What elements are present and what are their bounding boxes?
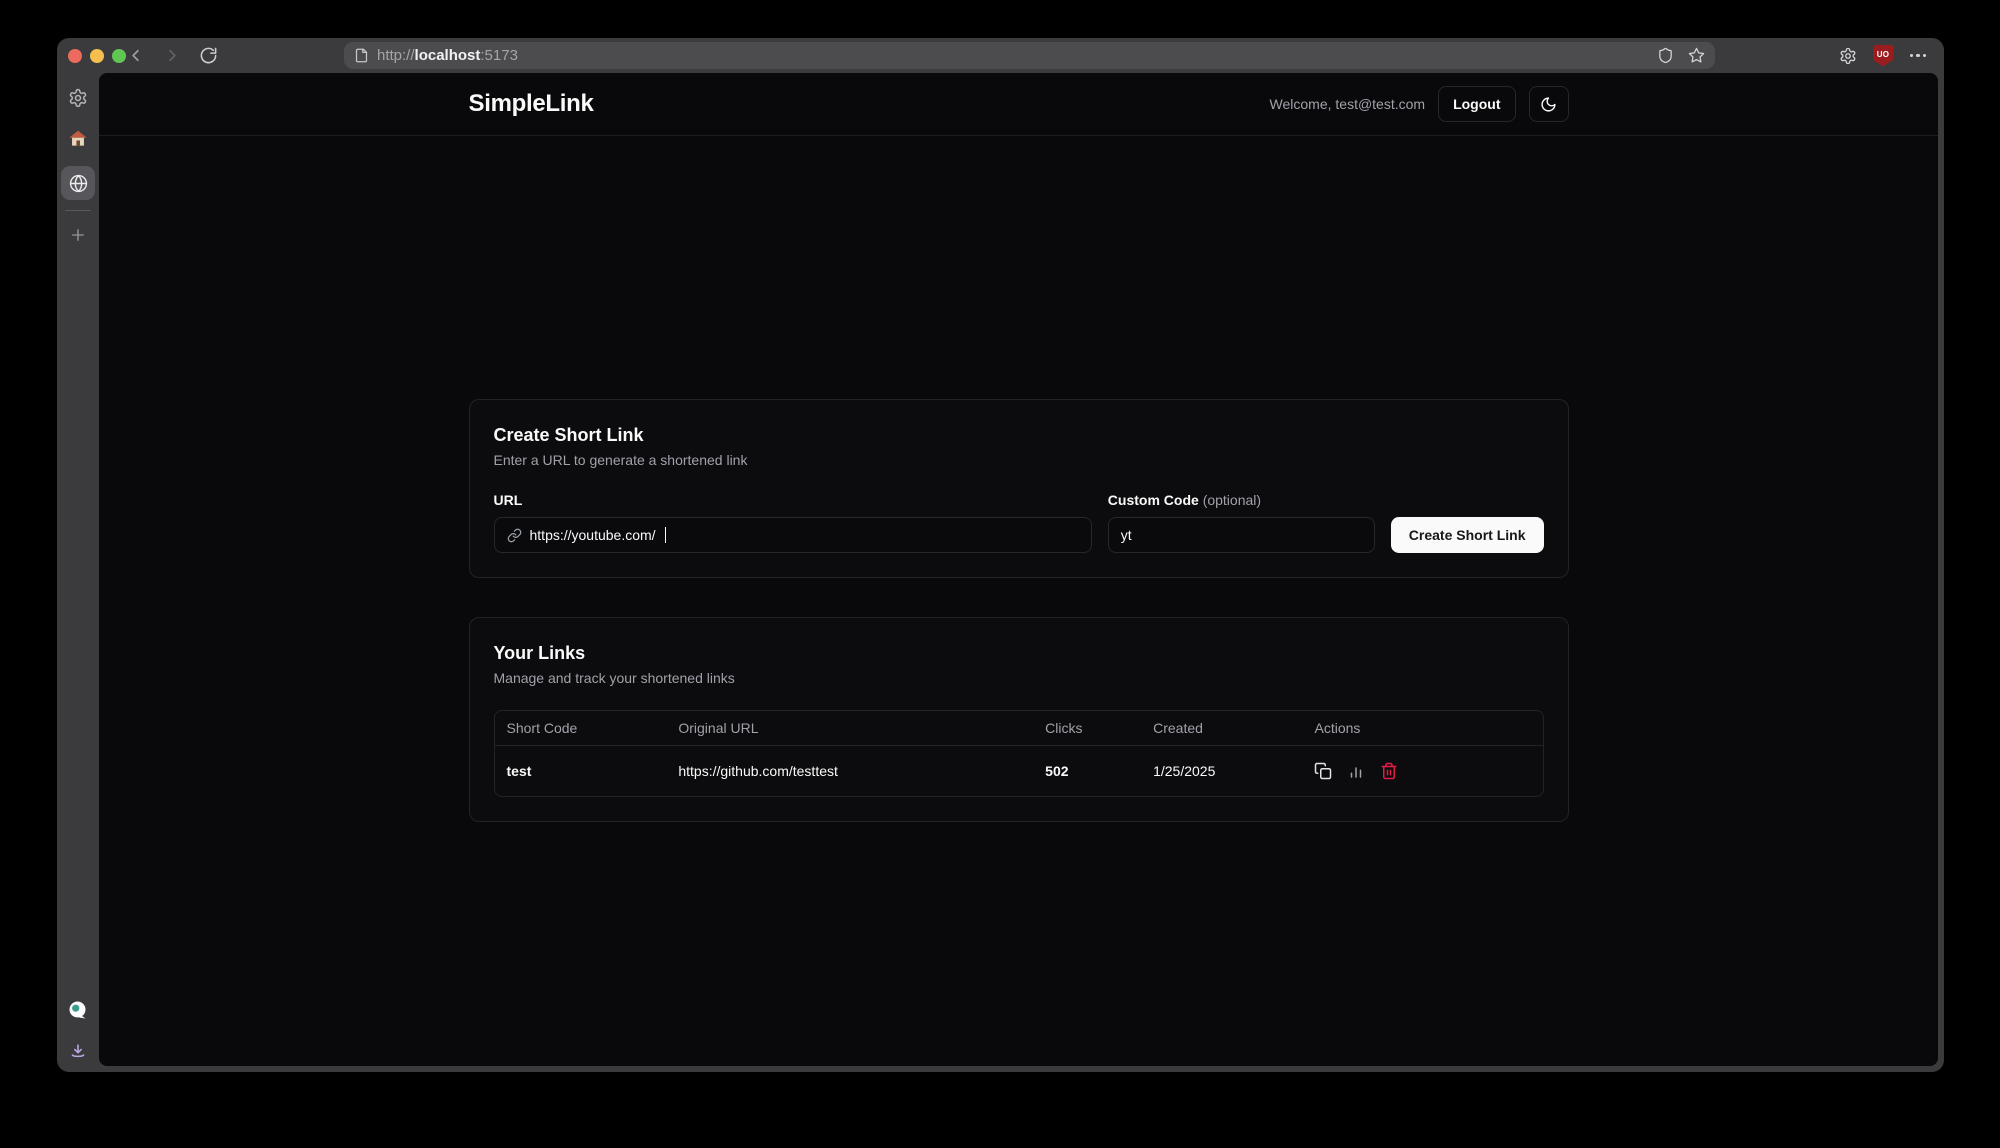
tab-sidebar xyxy=(57,73,99,1072)
fullscreen-button[interactable] xyxy=(112,49,126,63)
create-short-link-button[interactable]: Create Short Link xyxy=(1391,517,1544,553)
profile-icon[interactable] xyxy=(68,1000,89,1021)
logout-button[interactable]: Logout xyxy=(1438,86,1515,122)
tracking-shield-icon[interactable] xyxy=(1657,47,1674,64)
settings-gear-icon[interactable] xyxy=(68,88,88,108)
links-table: Short Code Original URL Clicks Created A… xyxy=(494,710,1544,797)
url-input[interactable]: https://youtube.com/ xyxy=(494,517,1092,553)
cell-original-url: https://github.com/testtest xyxy=(666,746,1033,797)
card-subtitle: Manage and track your shortened links xyxy=(494,668,1544,688)
minimize-button[interactable] xyxy=(90,49,104,63)
close-button[interactable] xyxy=(68,49,82,63)
link-chain-icon xyxy=(507,528,522,543)
header-created: Created xyxy=(1141,711,1302,746)
page: SimpleLink Welcome, test@test.com Logout… xyxy=(99,73,1938,1066)
card-subtitle: Enter a URL to generate a shortened link xyxy=(494,450,1544,470)
reload-button[interactable] xyxy=(199,46,218,65)
copy-icon xyxy=(1314,762,1332,780)
more-menu-icon[interactable] xyxy=(1910,54,1927,58)
welcome-text: Welcome, test@test.com xyxy=(1270,96,1426,112)
bar-chart-icon xyxy=(1347,762,1365,780)
url-input-value: https://youtube.com/ xyxy=(530,527,656,543)
traffic-lights xyxy=(68,49,126,63)
header-clicks: Clicks xyxy=(1033,711,1141,746)
back-button[interactable] xyxy=(126,46,145,65)
desktop: { "browser": { "address": { "prefix": "h… xyxy=(0,0,2000,1148)
bookmark-star-icon[interactable] xyxy=(1688,47,1705,64)
new-tab-button[interactable] xyxy=(69,226,87,244)
card-title: Create Short Link xyxy=(494,424,1544,446)
table-header-row: Short Code Original URL Clicks Created A… xyxy=(495,711,1543,746)
cell-clicks: 502 xyxy=(1033,746,1141,797)
address-bar[interactable]: http://localhost:5173 xyxy=(344,42,1715,69)
url-label: URL xyxy=(494,492,1092,509)
delete-link-button[interactable] xyxy=(1380,762,1398,780)
your-links-card: Your Links Manage and track your shorten… xyxy=(469,617,1569,822)
custom-code-label: Custom Code (optional) xyxy=(1108,492,1375,509)
page-title: SimpleLink xyxy=(469,90,594,118)
header-short-code: Short Code xyxy=(495,711,667,746)
page-document-icon xyxy=(354,48,369,63)
copy-link-button[interactable] xyxy=(1314,762,1332,780)
card-title: Your Links xyxy=(494,642,1544,664)
theme-toggle-button[interactable] xyxy=(1529,86,1569,122)
cell-created: 1/25/2025 xyxy=(1141,746,1302,797)
app-header: SimpleLink Welcome, test@test.com Logout xyxy=(99,73,1938,136)
header-original-url: Original URL xyxy=(666,711,1033,746)
sidebar-divider xyxy=(65,210,91,211)
url-text: http://localhost:5173 xyxy=(377,47,518,64)
ublock-origin-badge[interactable]: UO xyxy=(1873,45,1894,67)
browser-toolbar: http://localhost:5173 UO xyxy=(57,38,1944,73)
home-tab-icon[interactable] xyxy=(69,129,88,148)
stats-button[interactable] xyxy=(1347,762,1365,780)
forward-button[interactable] xyxy=(163,46,182,65)
text-caret xyxy=(665,527,667,543)
moon-icon xyxy=(1540,96,1557,113)
browser-window: http://localhost:5173 UO xyxy=(57,38,1944,1072)
cell-short-code: test xyxy=(495,746,667,797)
trash-icon xyxy=(1380,762,1398,780)
extensions-icon[interactable] xyxy=(1839,47,1857,65)
header-actions: Actions xyxy=(1302,711,1542,746)
custom-code-input[interactable]: yt xyxy=(1108,517,1375,553)
create-short-link-card: Create Short Link Enter a URL to generat… xyxy=(469,399,1569,578)
table-row: test https://github.com/testtest 502 1/2… xyxy=(495,746,1543,797)
globe-icon xyxy=(69,174,88,193)
custom-code-value: yt xyxy=(1121,527,1132,543)
downloads-icon[interactable] xyxy=(69,1042,88,1061)
active-tab-globe[interactable] xyxy=(61,166,95,200)
